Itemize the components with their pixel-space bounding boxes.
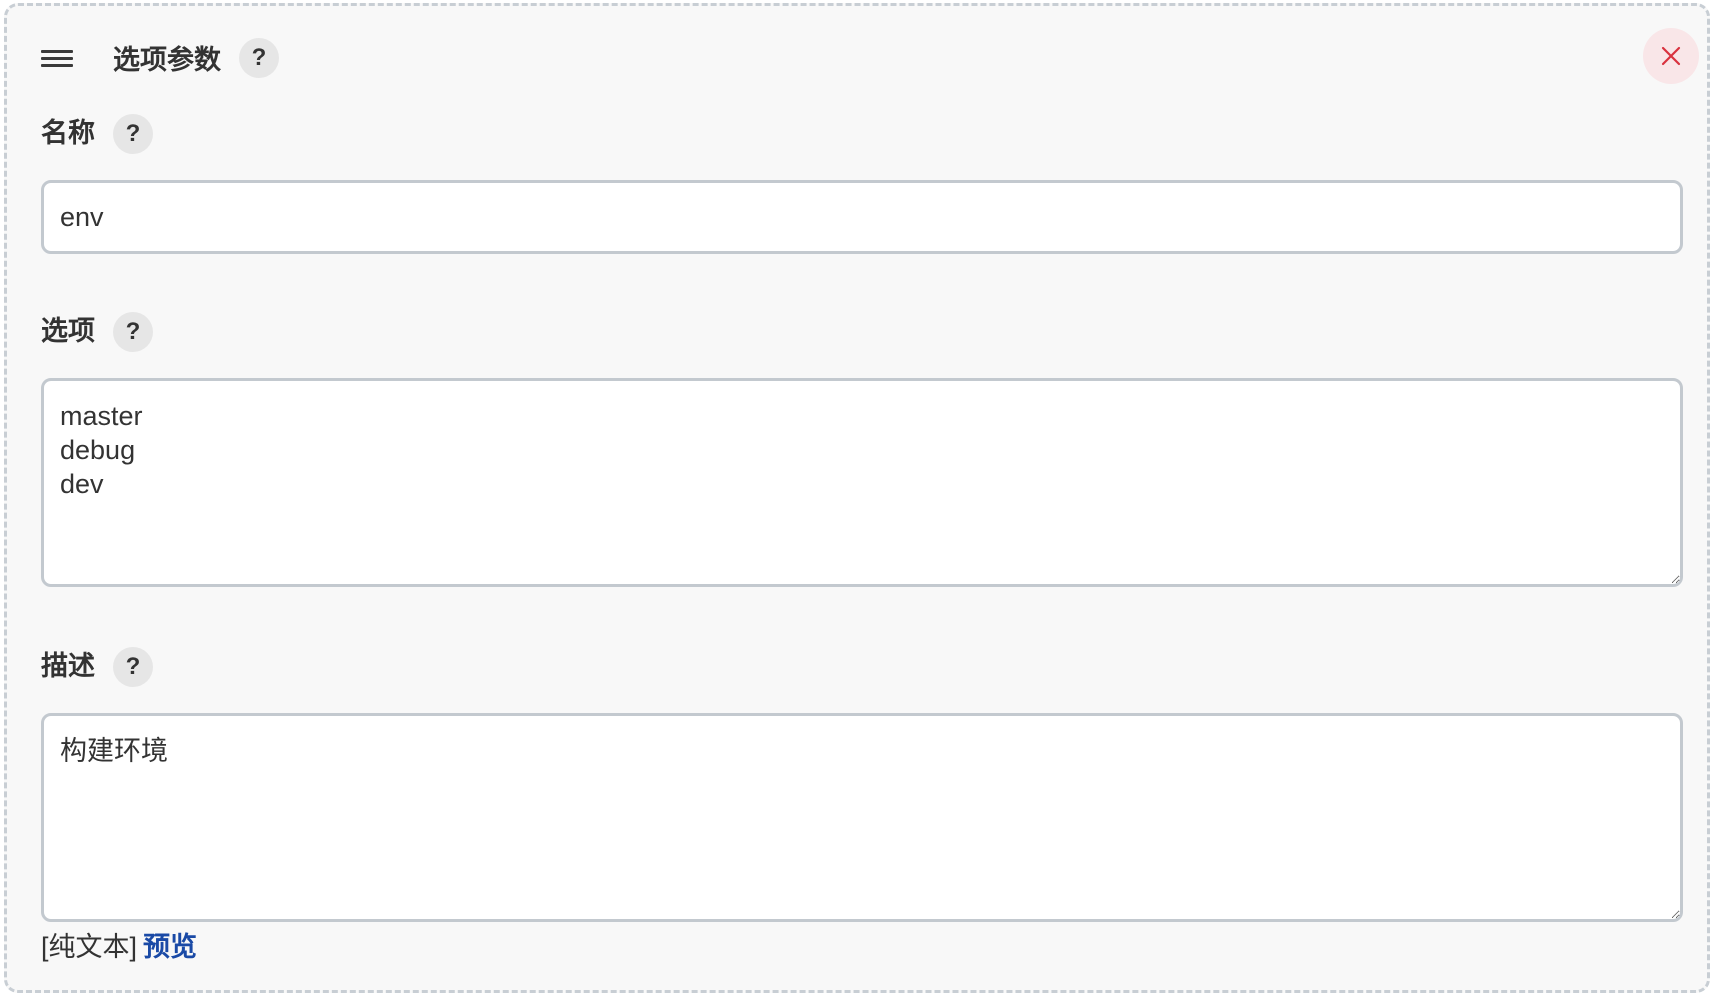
description-label: 描述 bbox=[41, 651, 95, 681]
description-footer: [纯文本] 预览 bbox=[41, 927, 197, 967]
name-input[interactable] bbox=[41, 180, 1683, 254]
hamburger-icon[interactable] bbox=[41, 50, 73, 70]
close-button[interactable] bbox=[1643, 28, 1699, 84]
panel-title: 选项参数 bbox=[113, 45, 221, 75]
close-icon bbox=[1661, 46, 1681, 66]
name-label: 名称 bbox=[41, 118, 95, 148]
preview-link[interactable]: 预览 bbox=[143, 932, 197, 962]
help-icon[interactable]: ? bbox=[239, 38, 279, 78]
description-textarea[interactable]: 构建环境 bbox=[41, 713, 1683, 922]
choices-label: 选项 bbox=[41, 316, 95, 346]
plain-text-label: [纯文本] bbox=[41, 932, 138, 962]
name-help-icon[interactable]: ? bbox=[113, 114, 153, 154]
choices-help-icon[interactable]: ? bbox=[113, 312, 153, 352]
choices-textarea[interactable]: master debug dev bbox=[41, 378, 1683, 587]
choice-parameter-panel: 选项参数 ? 名称 ? 选项 ? master debug dev 描述 ? 构… bbox=[4, 3, 1710, 993]
description-help-icon[interactable]: ? bbox=[113, 647, 153, 687]
